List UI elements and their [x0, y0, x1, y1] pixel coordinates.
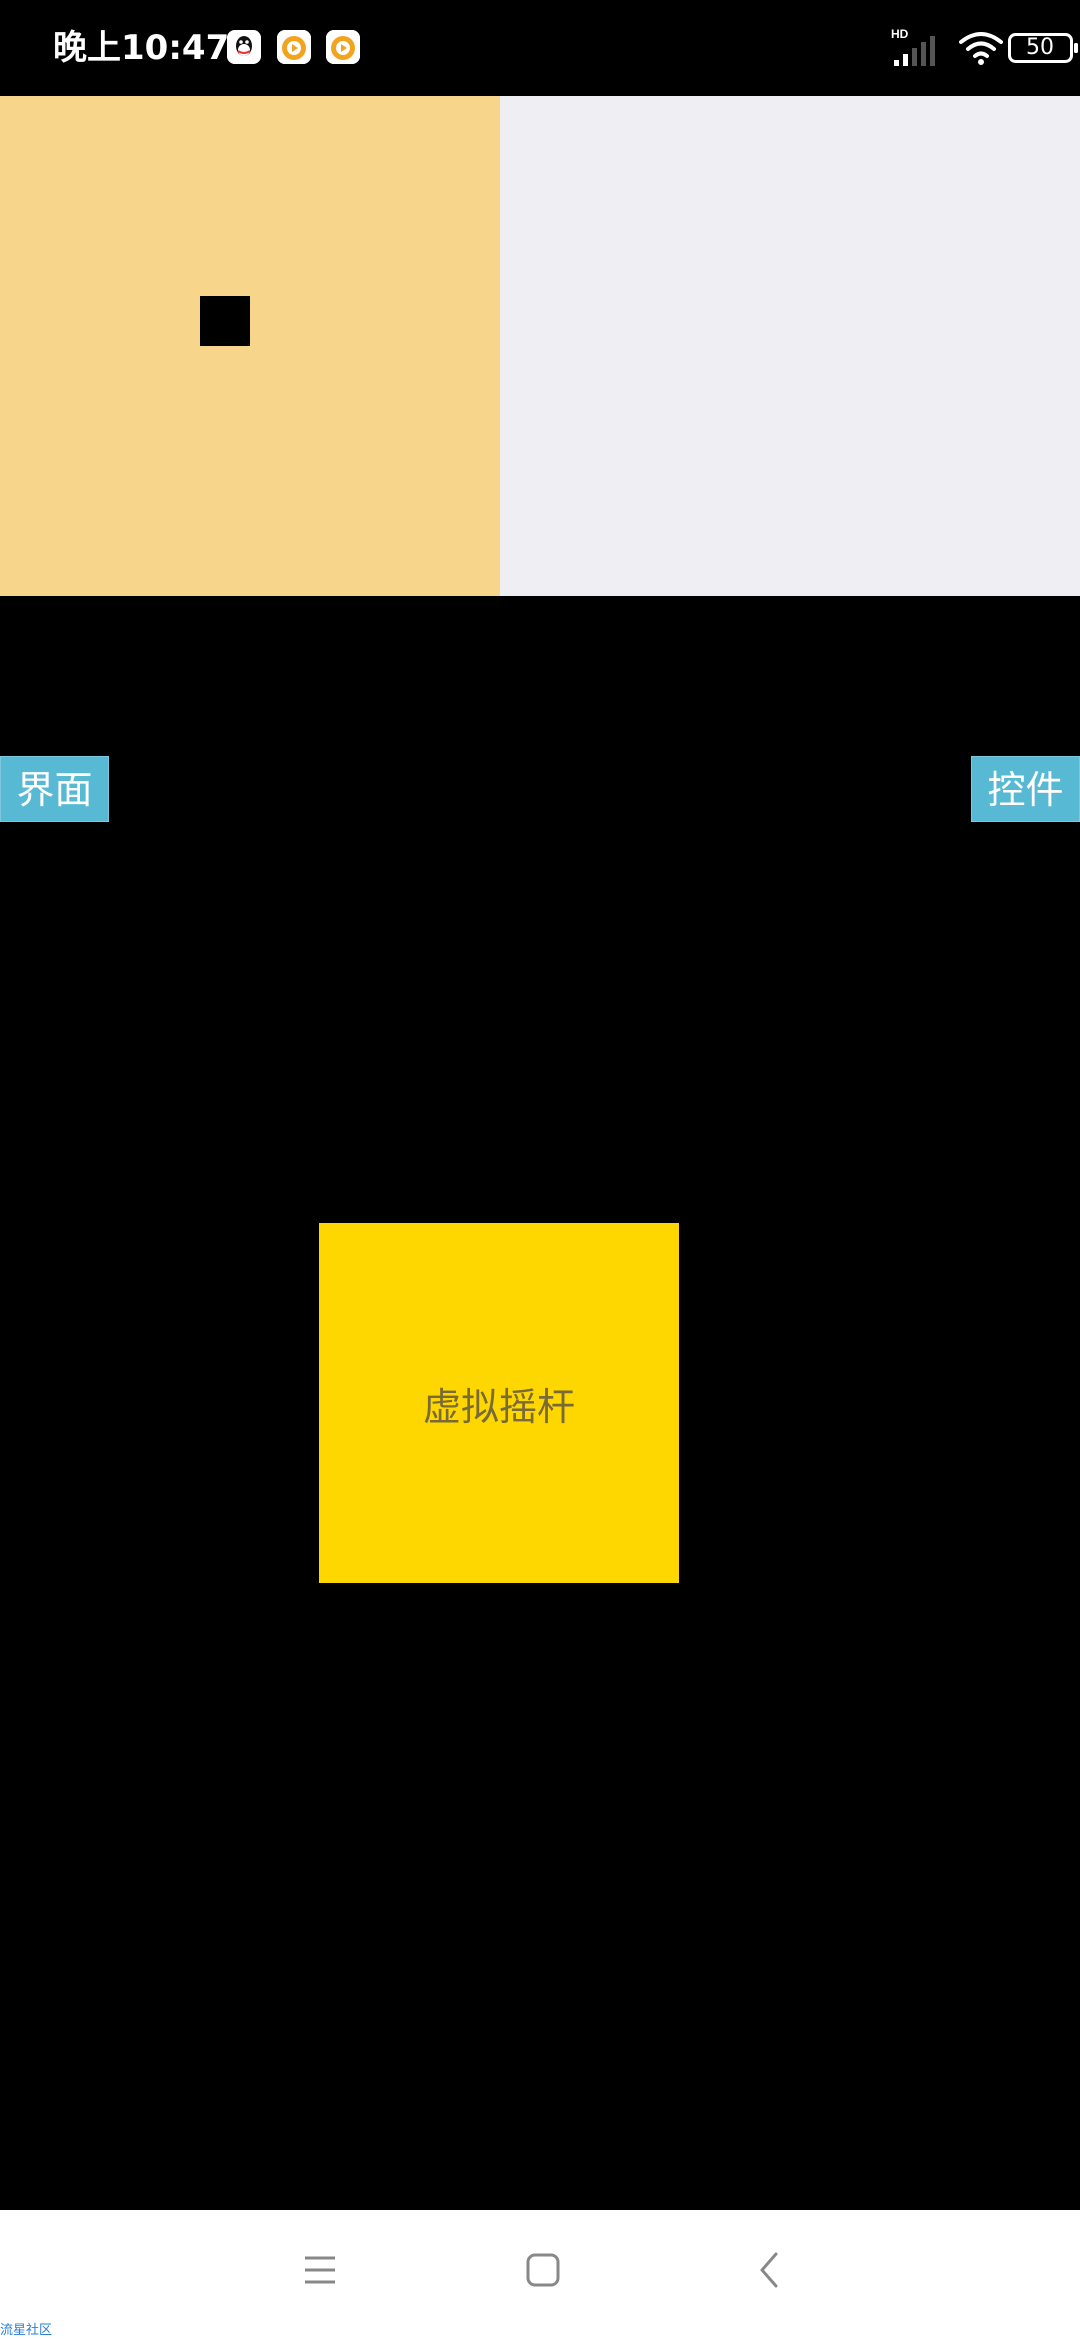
status-time: 晚上10:47 — [53, 28, 230, 68]
watermark: 流星社区 — [0, 2323, 53, 2338]
home-button[interactable] — [503, 2232, 583, 2312]
navigation-bar — [0, 2210, 1080, 2340]
virtual-joystick[interactable]: 虚拟摇杆 — [319, 1223, 679, 1583]
back-icon — [750, 2250, 790, 2294]
interface-button[interactable]: 界面 — [0, 756, 109, 822]
menu-button[interactable] — [280, 2232, 360, 2312]
back-button[interactable] — [730, 2232, 810, 2312]
status-bar: 晚上10:47 HD 50 — [0, 0, 1080, 96]
app-screen: 晚上10:47 HD 50 界面 控件 虚拟摇杆 流星社区 — [0, 0, 1080, 2340]
app-icon — [277, 30, 311, 64]
battery-level: 50 — [1026, 35, 1054, 60]
svg-text:HD: HD — [891, 27, 909, 41]
menu-icon — [300, 2250, 340, 2294]
joystick-label: 虚拟摇杆 — [422, 1384, 575, 1429]
side-panel[interactable] — [500, 96, 1080, 596]
player-object — [200, 296, 250, 346]
app-icon — [326, 30, 360, 64]
controls-button[interactable]: 控件 — [971, 756, 1080, 822]
signal-icon: HD — [890, 26, 940, 68]
wifi-icon — [959, 30, 1003, 68]
home-icon — [523, 2250, 563, 2294]
scene-view[interactable] — [0, 96, 500, 596]
qq-icon — [227, 30, 261, 64]
